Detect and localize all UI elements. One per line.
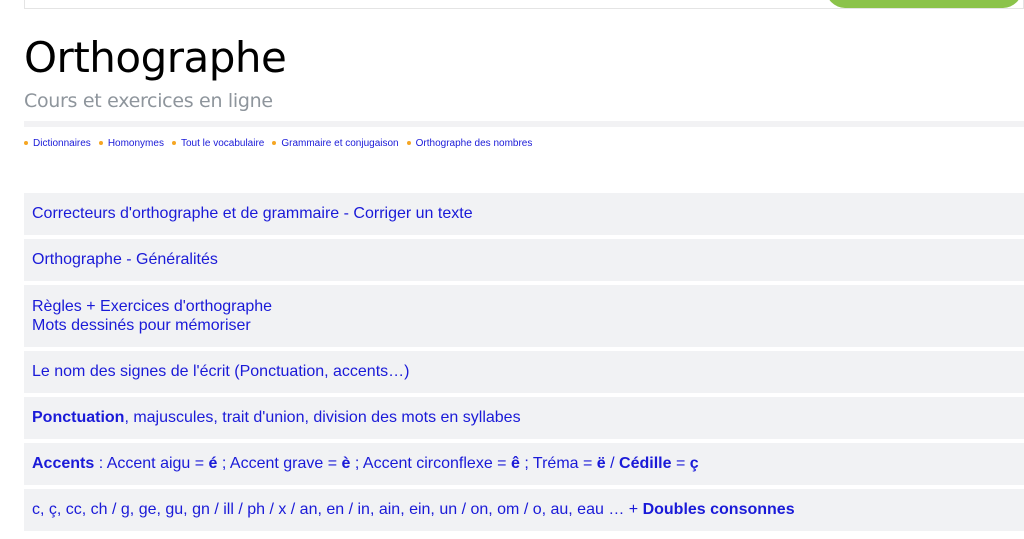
bullet-icon bbox=[406, 141, 411, 145]
nav-link-label: Tout le vocabulaire bbox=[180, 137, 265, 149]
nav-link-label: Orthographe des nombres bbox=[415, 137, 533, 149]
accent-text: ; Tréma = bbox=[519, 455, 597, 472]
nav-link-vocabulaire[interactable]: Tout le vocabulaire bbox=[171, 137, 265, 149]
topic-list: Correcteurs d'orthographe et de grammair… bbox=[24, 193, 1024, 535]
list-item-label-bold: Ponctuation bbox=[32, 409, 125, 426]
accent-char: ê bbox=[510, 455, 520, 472]
list-item-label: Le nom des signes de l'écrit (Ponctuatio… bbox=[32, 363, 410, 380]
page: Orthographe Cours et exercices en ligne … bbox=[0, 0, 1024, 539]
bullet-icon bbox=[272, 141, 277, 145]
topic-nav: Dictionnaires Homonymes Tout le vocabula… bbox=[24, 135, 540, 151]
accents-label: Accents bbox=[32, 455, 95, 472]
list-item-label-line1: Règles + Exercices d'orthographe bbox=[32, 298, 273, 315]
list-item-label: Orthographe - Généralités bbox=[32, 251, 218, 268]
nav-link-homonymes[interactable]: Homonymes bbox=[98, 137, 164, 149]
accent-text: = bbox=[671, 455, 690, 472]
accent-text: / bbox=[605, 455, 620, 472]
nav-divider bbox=[24, 121, 1024, 127]
list-item-label-line2: Mots dessinés pour mémoriser bbox=[32, 317, 251, 334]
nav-link-dictionnaires[interactable]: Dictionnaires bbox=[24, 138, 91, 149]
nav-link-grammaire[interactable]: Grammaire et conjugaison bbox=[272, 137, 399, 149]
cedille-label: Cédille bbox=[619, 455, 672, 472]
list-item-regles[interactable]: Règles + Exercices d'orthographe Mots de… bbox=[24, 285, 1024, 347]
list-item-generalites[interactable]: Orthographe - Généralités bbox=[24, 239, 1024, 281]
accent-text: ; Accent grave = bbox=[217, 455, 342, 472]
bullet-icon bbox=[24, 141, 28, 145]
page-subtitle: Cours et exercices en ligne bbox=[24, 90, 273, 112]
nav-link-nombres[interactable]: Orthographe des nombres bbox=[406, 137, 533, 149]
accent-text: : Accent aigu = bbox=[94, 455, 209, 472]
green-action-button[interactable] bbox=[826, 0, 1022, 8]
list-item-label-bold: Doubles consonnes bbox=[642, 501, 795, 518]
accent-char: ë bbox=[596, 455, 606, 472]
list-item-correcteurs[interactable]: Correcteurs d'orthographe et de grammair… bbox=[24, 193, 1024, 235]
nav-link-label: Homonymes bbox=[107, 137, 164, 149]
list-item-accents[interactable]: Accents : Accent aigu = é ; Accent grave… bbox=[24, 443, 1024, 485]
bullet-icon bbox=[98, 141, 103, 145]
bullet-icon bbox=[171, 141, 176, 145]
list-item-ponctuation[interactable]: Ponctuation, majuscules, trait d'union, … bbox=[24, 397, 1024, 439]
page-title: Orthographe bbox=[24, 33, 287, 82]
list-item-label: Correcteurs d'orthographe et de grammair… bbox=[32, 205, 473, 222]
list-item-label: c, ç, cc, ch / g, ge, gu, gn / ill / ph … bbox=[32, 501, 643, 518]
list-item-label: , majuscules, trait d'union, division de… bbox=[124, 409, 521, 426]
accent-text: ; Accent circonflexe = bbox=[350, 455, 511, 472]
list-item-signes[interactable]: Le nom des signes de l'écrit (Ponctuatio… bbox=[24, 351, 1024, 393]
list-item-sons[interactable]: c, ç, cc, ch / g, ge, gu, gn / ill / ph … bbox=[24, 489, 1024, 531]
accent-char: ç bbox=[689, 455, 699, 472]
nav-link-label: Dictionnaires bbox=[33, 137, 91, 149]
nav-link-label: Grammaire et conjugaison bbox=[281, 137, 399, 149]
